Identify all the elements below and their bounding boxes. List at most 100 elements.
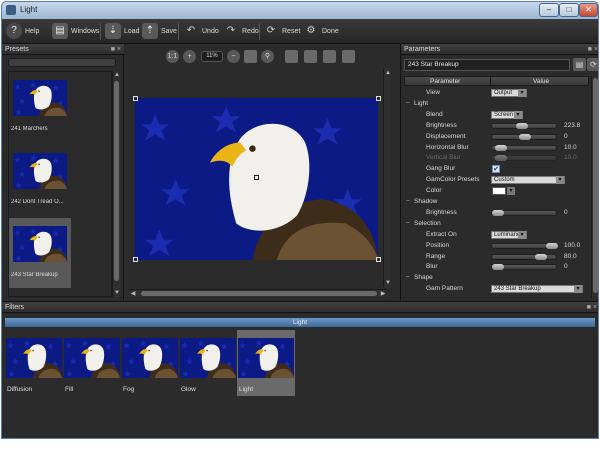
reset-button[interactable]: ⟳ Reset (263, 23, 301, 39)
maximize-button[interactable]: □ (559, 3, 579, 17)
crop-handle[interactable] (376, 96, 381, 101)
filter-thumbnail (64, 338, 120, 378)
load-button[interactable]: ⇣ Load (105, 23, 140, 39)
parameter-slider[interactable] (491, 144, 557, 151)
filter-item-light[interactable]: Light (237, 330, 295, 396)
redo-icon: ↷ (226, 25, 236, 36)
slider-knob[interactable] (492, 264, 504, 271)
dropdown-value: Output (494, 90, 513, 96)
windows-button[interactable]: ▤ Windows (52, 23, 99, 39)
gang-blur-checkbox[interactable]: ✔ (492, 165, 500, 174)
preset-search-input[interactable] (8, 58, 116, 67)
panel-pin-close-icon[interactable]: ■ × (587, 302, 597, 313)
parameter-slider[interactable] (491, 253, 557, 260)
parameter-row: − Selection (404, 219, 589, 229)
parameter-slider[interactable] (491, 133, 557, 140)
collapse-icon[interactable]: − (406, 197, 410, 207)
top-bottom-icon[interactable] (304, 50, 317, 63)
redo-button[interactable]: ↷ Redo (223, 23, 259, 39)
scroll-thumb[interactable] (114, 81, 119, 281)
scroll-left-icon[interactable]: ◀ (129, 290, 137, 298)
filter-item-fog[interactable]: Fog (121, 330, 179, 396)
parameter-row: View Output ▾ (404, 88, 589, 98)
parameter-value: 223.8 (564, 121, 581, 129)
parameter-dropdown[interactable]: 243 Star Breakup ▾ (491, 285, 583, 294)
crop-handle[interactable] (133, 257, 138, 262)
reset-preset-icon[interactable]: ⟳ (587, 58, 598, 71)
crop-handle[interactable] (376, 257, 381, 262)
parameter-label: Range (426, 252, 446, 260)
parameter-group-label: Light (414, 99, 429, 107)
scroll-up-icon[interactable]: ▲ (113, 71, 121, 79)
filter-label: Light (239, 386, 254, 393)
scroll-up-icon[interactable]: ▲ (384, 69, 392, 77)
help-button[interactable]: ? Help (6, 23, 39, 39)
value-column-header: Value (533, 78, 550, 85)
panel-pin-close-icon[interactable]: ■ × (111, 44, 121, 55)
preset-label: 243 Star Breakup (11, 272, 58, 278)
mask-view-icon[interactable] (342, 50, 355, 63)
parameter-dropdown[interactable]: Luminance ▾ (491, 230, 527, 239)
slider-knob[interactable] (535, 253, 548, 260)
undo-icon: ↶ (186, 25, 196, 36)
filter-category-tab[interactable]: Light (5, 318, 595, 327)
magnifier-icon[interactable]: ⚲ (261, 50, 274, 63)
parameters-scrollbar[interactable] (591, 76, 598, 298)
preset-scrollbar[interactable]: ▲ ▼ (112, 71, 120, 297)
parameter-dropdown[interactable]: Output ▾ (491, 89, 527, 97)
save-button[interactable]: ⇡ Save (142, 23, 177, 39)
parameter-label: View (426, 89, 440, 96)
filter-item-fill[interactable]: Fill (63, 330, 121, 396)
split-view-icon[interactable] (244, 50, 257, 63)
filters-header: Filters ■ × (2, 302, 598, 313)
scroll-down-icon[interactable]: ▼ (113, 289, 121, 297)
close-button[interactable]: ✕ (579, 3, 598, 17)
collapse-icon[interactable]: − (406, 273, 410, 283)
zoom-out-icon[interactable]: − (227, 50, 240, 63)
panel-pin-close-icon[interactable]: ■ × (588, 44, 598, 55)
filter-item-glow[interactable]: Glow (179, 330, 237, 396)
scroll-right-icon[interactable]: ▶ (379, 290, 387, 298)
preset-item[interactable]: 241 Marchers (9, 72, 71, 142)
preset-item-selected[interactable]: 243 Star Breakup (9, 218, 71, 288)
side-by-side-icon[interactable] (285, 50, 298, 63)
collapse-icon[interactable]: − (406, 99, 410, 109)
parameter-row: Blur 0 (404, 262, 589, 272)
slider-knob[interactable] (519, 133, 531, 140)
parameter-dropdown[interactable]: Custom ▾ (491, 176, 565, 185)
light-center-handle[interactable] (254, 175, 259, 180)
crop-handle[interactable] (133, 96, 138, 101)
canvas-hscrollbar[interactable]: ◀ ▶ (129, 289, 387, 297)
slider-knob[interactable] (516, 122, 529, 129)
minimize-button[interactable]: – (539, 3, 559, 17)
slider-knob[interactable] (546, 242, 558, 249)
parameter-slider[interactable] (491, 242, 558, 249)
zoom-in-icon[interactable]: + (183, 50, 196, 63)
scroll-thumb[interactable] (141, 291, 377, 296)
single-view-icon[interactable] (323, 50, 336, 63)
collapse-icon[interactable]: − (406, 219, 410, 229)
parameter-slider[interactable] (491, 264, 557, 271)
preset-item[interactable] (9, 291, 71, 296)
slider-knob[interactable] (494, 144, 507, 151)
app-window: Light – □ ✕ ? Help ▤ Windows ⇣ Load ⇡ Sa… (1, 1, 599, 439)
zoom-field[interactable]: 11% (201, 51, 223, 62)
color-swatch[interactable] (492, 187, 506, 196)
filter-item-diffusion[interactable]: Diffusion (5, 330, 63, 396)
canvas-vscrollbar[interactable]: ▲ ▼ (383, 69, 391, 287)
undo-button[interactable]: ↶ Undo (183, 23, 219, 39)
scroll-thumb[interactable] (593, 78, 598, 293)
parameter-slider[interactable] (491, 122, 557, 129)
slider-knob[interactable] (494, 155, 507, 162)
done-button[interactable]: ⚙ Done (303, 23, 339, 39)
preset-item[interactable]: 242 Dont Tread O... (9, 145, 71, 215)
chevron-down-icon[interactable]: ▾ (507, 187, 515, 196)
slider-knob[interactable] (492, 209, 504, 216)
parameter-slider[interactable] (491, 209, 557, 216)
save-preset-icon[interactable]: ▤ (573, 58, 586, 71)
scroll-down-icon[interactable]: ▼ (384, 279, 392, 287)
parameter-value: 10.0 (564, 154, 577, 162)
parameter-dropdown[interactable]: Screen ▾ (491, 110, 523, 119)
preset-name-field[interactable]: 243 Star Breakup (404, 59, 570, 71)
actual-size-icon[interactable]: 1:1 (166, 50, 179, 63)
